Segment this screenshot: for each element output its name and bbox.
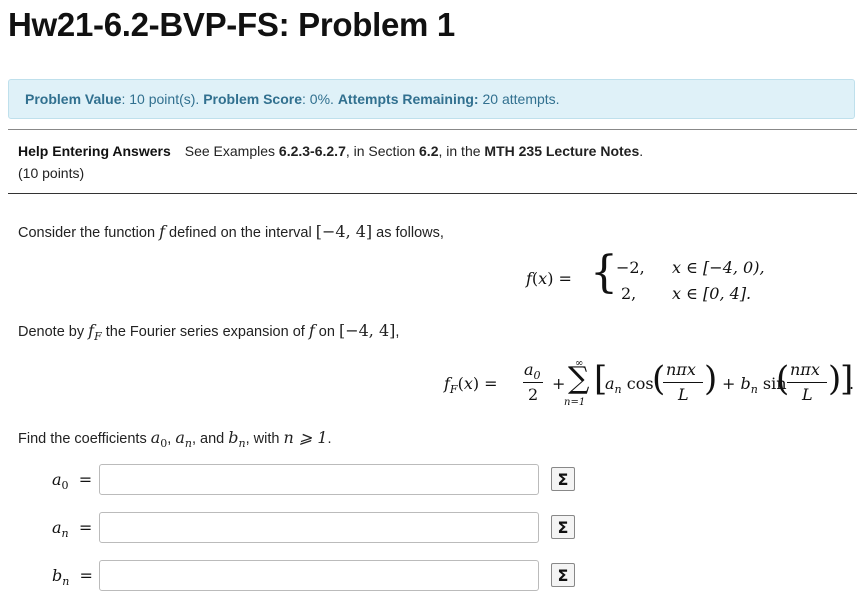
math-interval: [−4, 4] [315, 222, 373, 241]
line2-text-d: , [395, 324, 400, 340]
divider-top [8, 129, 857, 130]
fs-num2: nπx [790, 360, 820, 379]
problem-info-banner: Problem Value: 10 point(s). Problem Scor… [8, 79, 855, 119]
fs-an-cos: an cos [605, 374, 654, 397]
line2-text-a: Denote by [18, 324, 89, 340]
fs-two: 2 [528, 385, 539, 404]
problem-value-text: : 10 point(s). [121, 91, 204, 107]
help-section: 6.2 [419, 143, 439, 159]
piecewise-lhs: f(x) = [526, 269, 572, 288]
fs-paren-l1: ( [652, 359, 666, 399]
fs-plus: + [552, 374, 566, 393]
answer-bn-equation-editor-button[interactable]: Σ [551, 563, 575, 587]
brace-icon: { [590, 247, 618, 298]
help-text-4: . [639, 143, 644, 159]
math-interval-2: [−4, 4] [338, 321, 396, 340]
help-text-2: , in Section [345, 143, 420, 159]
answer-bn-input[interactable] [99, 560, 539, 591]
attempts-remaining-label: Attempts Remaining: [337, 91, 479, 107]
problem-line-2: Denote by fF the Fourier series expansio… [18, 321, 399, 343]
line1-text-c: as follows, [372, 225, 444, 241]
line2-text-b: the Fourier series expansion of [101, 324, 309, 340]
line3-text-a: Find the coefficients [18, 431, 151, 447]
fourier-series-equation: fF(x) = a0 2 + ∞ ∑ n=1 [ an cos ( nπx L … [444, 358, 856, 414]
line3-text-b: , and [191, 431, 229, 447]
help-examples: 6.2.3-6.2.7 [278, 143, 346, 159]
divider-bottom [8, 193, 857, 194]
fs-frac-bar [523, 382, 543, 383]
answer-a0-input[interactable] [99, 464, 539, 495]
fs-a0: a0 [524, 360, 541, 383]
help-text-3: , in the [438, 143, 485, 159]
answer-an-label: an = [52, 518, 93, 541]
math-an: an [175, 428, 192, 451]
line1-text-b: defined on the interval [164, 225, 316, 241]
piece1-value: −2, [616, 258, 645, 277]
piece2-domain: x ∈ [0, 4]. [672, 284, 752, 303]
answer-bn-label: bn = [52, 566, 93, 589]
points-text: (10 points) [18, 165, 85, 181]
math-condition: n ⩾ 1 [283, 428, 328, 447]
answer-an-equation-editor-button[interactable]: Σ [551, 515, 575, 539]
line2-text-c: on [314, 324, 339, 340]
math-fF: fF [88, 321, 102, 344]
piece2-value: 2, [621, 284, 637, 303]
fs-paren-l2: ( [776, 359, 790, 399]
line3-text-d: . [327, 431, 332, 447]
help-text-1: See Examples [184, 143, 279, 159]
attempts-remaining-text: 20 attempts. [478, 91, 560, 107]
sum-icon: ∑ [568, 361, 590, 396]
piecewise-equation: f(x) = { −2, x ∈ [−4, 0), 2, x ∈ [0, 4]. [526, 251, 786, 306]
problem-line-3: Find the coefficients a0, an, and bn, wi… [18, 428, 332, 451]
answer-a0-equation-editor-button[interactable]: Σ [551, 467, 575, 491]
help-entering-answers-link[interactable]: Help Entering Answers [18, 143, 171, 159]
piece1-domain: x ∈ [−4, 0), [672, 258, 765, 277]
problem-score-text: : 0%. [302, 91, 338, 107]
fs-frac-bar-2 [663, 382, 703, 383]
math-a0: a0 [150, 428, 168, 451]
fs-den2: L [802, 385, 813, 404]
sigma-icon: Σ [557, 517, 569, 537]
line1-text-a: Consider the function [18, 225, 160, 241]
problem-value-label: Problem Value [25, 91, 122, 107]
help-lecture-notes: MTH 235 Lecture Notes [484, 143, 640, 159]
fs-sum-lower: n=1 [564, 397, 586, 408]
answer-a0-label: a0 = [52, 470, 93, 493]
fs-lhs: fF(x) = [444, 374, 498, 397]
fs-den1: L [678, 385, 689, 404]
fs-period: . [849, 374, 855, 393]
problem-score-label: Problem Score [203, 91, 303, 107]
sigma-icon: Σ [557, 469, 569, 489]
sigma-icon: Σ [557, 565, 569, 585]
problem-line-1: Consider the function f defined on the i… [18, 222, 444, 241]
fs-frac-bar-3 [787, 382, 827, 383]
page-title: Hw21-6.2-BVP-FS: Problem 1 [8, 6, 455, 43]
math-bn: bn [228, 428, 246, 451]
line3-text-c: , with [245, 431, 284, 447]
fs-paren-r1: ) [704, 359, 718, 399]
help-row: Help Entering Answers See Examples 6.2.3-… [18, 143, 643, 159]
answer-an-input[interactable] [99, 512, 539, 543]
fs-num1: nπx [666, 360, 696, 379]
